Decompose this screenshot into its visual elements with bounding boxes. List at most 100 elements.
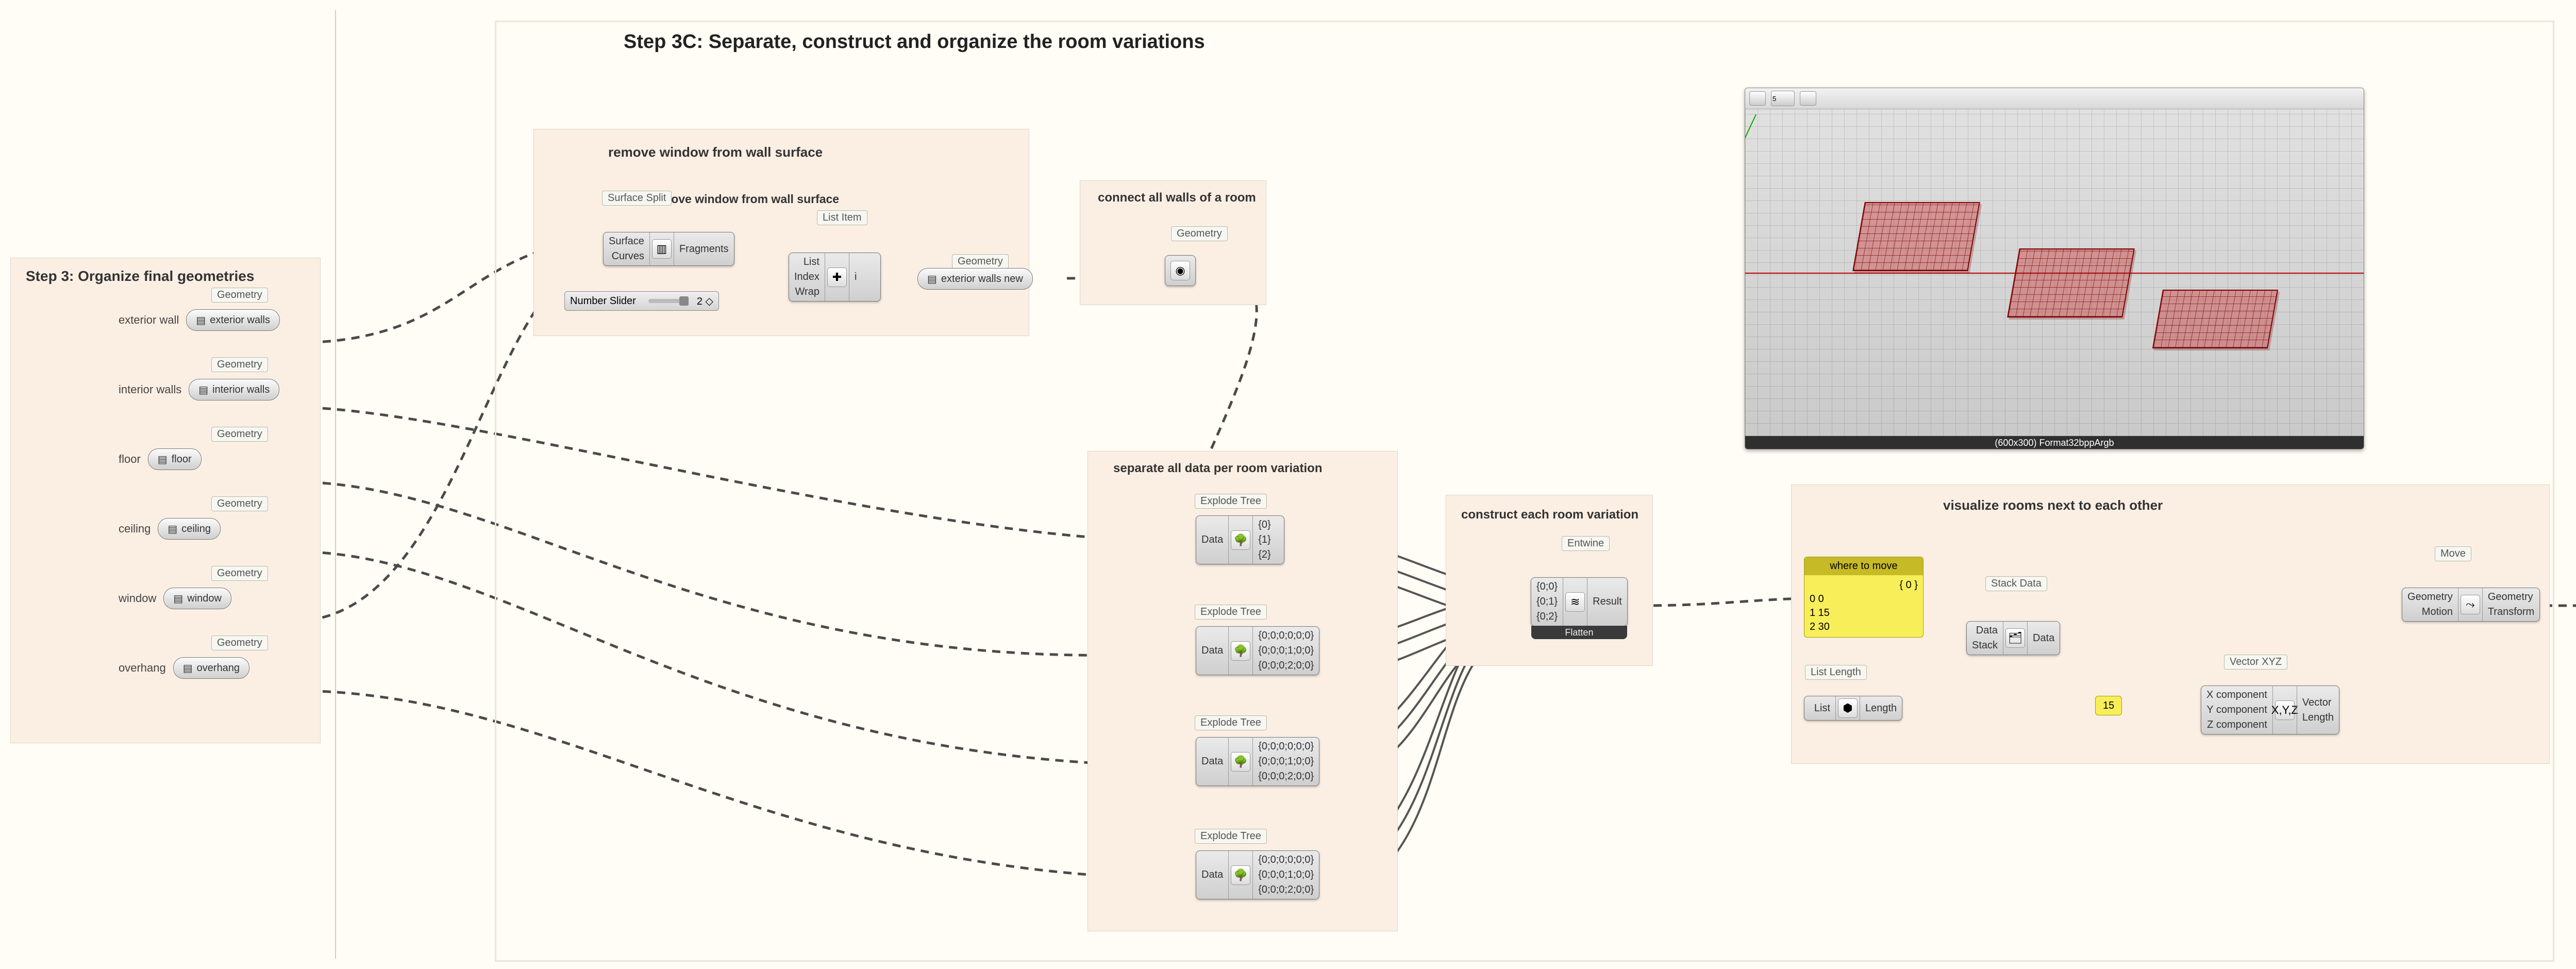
explode-tree-icon: 🌳 (1231, 641, 1250, 661)
stack-data-icon: 🗂 (2005, 628, 2025, 648)
port-et-out-3-2[interactable]: {0;0;0;2;0;0} (1258, 884, 1314, 896)
port-result[interactable]: Result (1593, 596, 1622, 608)
capsule-ext-walls-new[interactable]: ▤exterior walls new (917, 268, 1033, 290)
port-et-out-2-0[interactable]: {0;0;0;0;0;0} (1258, 741, 1314, 753)
tag-stack-data: Stack Data (1985, 576, 2047, 591)
tag-explode-0: Explode Tree (1195, 494, 1267, 509)
explode-tree-icon: 🌳 (1231, 865, 1250, 885)
port-et-data-0[interactable]: Data (1201, 534, 1223, 546)
port-ll-length[interactable]: Length (1865, 703, 1897, 714)
param-label-2: floor (119, 453, 141, 466)
port-move-motion[interactable]: Motion (2422, 606, 2453, 618)
capsule-floor[interactable]: ▤floor (148, 448, 202, 470)
capsule-ceiling[interactable]: ▤ceiling (158, 518, 221, 540)
comp-list-length[interactable]: List ⬢ Length (1804, 696, 1902, 721)
comp-list-item[interactable]: List Index Wrap ✚ i (789, 253, 881, 302)
port-sd-data[interactable]: Data (1976, 625, 1998, 637)
port-sd-stack[interactable]: Stack (1972, 640, 1998, 651)
port-et-out-3-0[interactable]: {0;0;0;0;0;0} (1258, 854, 1314, 866)
param-label-5: overhang (119, 661, 166, 675)
comp-vector-xyz[interactable]: X component Y component Z component X,Y,… (2201, 686, 2339, 734)
port-list[interactable]: List (804, 256, 819, 268)
port-curves[interactable]: Curves (612, 250, 644, 262)
panel-row-1: 1 15 (1810, 606, 1918, 620)
port-yc[interactable]: Y component (2206, 704, 2267, 716)
port-zc[interactable]: Z component (2207, 719, 2267, 731)
port-et-out-0-0[interactable]: {0} (1258, 519, 1270, 531)
panel-col: { 0 } (1810, 578, 1918, 592)
comp-explode-tree-2[interactable]: Data 🌳 {0;0;0;0;0;0} {0;0;0;1;0;0} {0;0;0;2;… (1196, 737, 1319, 786)
port-surface[interactable]: Surface (609, 236, 644, 247)
port-i[interactable]: i (855, 271, 857, 283)
comp-move[interactable]: Geometry Motion ⤳ Geometry Transform (2402, 588, 2540, 622)
port-00[interactable]: {0;0} (1536, 581, 1558, 593)
slider-track[interactable] (648, 299, 684, 303)
rhino-viewport[interactable]: (600x300) Format32bppArgb (1745, 88, 2364, 449)
tag-vector-xyz: Vector XYZ (2224, 655, 2287, 670)
entwine-footer: Flatten (1531, 626, 1627, 639)
comp-geometry-param[interactable]: ◉ (1165, 255, 1196, 286)
panel-row-2: 2 30 (1810, 620, 1918, 634)
port-et-out-1-1[interactable]: {0;0;0;1;0;0} (1258, 645, 1314, 657)
comp-explode-tree-1[interactable]: Data 🌳 {0;0;0;0;0;0} {0;0;0;1;0;0} {0;0;0;2;… (1196, 626, 1319, 675)
port-et-out-3-1[interactable]: {0;0;0;1;0;0} (1258, 869, 1314, 881)
capsule-interior walls[interactable]: ▤interior walls (189, 379, 279, 400)
group-organize-title: Step 3: Organize final geometries (26, 268, 254, 285)
capsule-exterior walls[interactable]: ▤exterior walls (186, 309, 280, 331)
number-slider-value: 2 ◇ (697, 295, 713, 308)
viewport-status: (600x300) Format32bppArgb (1745, 436, 2364, 449)
comp-explode-tree-3[interactable]: Data 🌳 {0;0;0;0;0;0} {0;0;0;1;0;0} {0;0;0;2;… (1196, 850, 1319, 899)
port-index[interactable]: Index (794, 271, 819, 283)
port-vector[interactable]: Vector (2302, 697, 2332, 709)
port-move-geo[interactable]: Geometry (2407, 591, 2453, 603)
param-label-0: exterior wall (119, 313, 179, 327)
port-et-data-1[interactable]: Data (1201, 645, 1223, 657)
comp-surface-split[interactable]: Surface Curves ▥ Fragments (603, 232, 734, 266)
capsule-window[interactable]: ▤window (163, 588, 231, 609)
port-et-out-2-1[interactable]: {0;0;0;1;0;0} (1258, 756, 1314, 767)
viewport-input[interactable] (1771, 91, 1795, 106)
port-ll-list[interactable]: List (1814, 703, 1830, 714)
viewport-button-1[interactable] (1749, 91, 1766, 106)
group-construct-title: construct each room variation (1461, 508, 1638, 522)
tag-explode-1: Explode Tree (1195, 605, 1267, 620)
tag-list-item: List Item (817, 210, 867, 225)
port-et-out-1-0[interactable]: {0;0;0;0;0;0} (1258, 630, 1314, 642)
list-length-icon: ⬢ (1838, 698, 1858, 718)
port-et-out-2-2[interactable]: {0;0;0;2;0;0} (1258, 771, 1314, 782)
value-15[interactable]: 15 (2095, 696, 2122, 715)
comp-explode-tree-0[interactable]: Data🌳{0}{1}{2} (1196, 515, 1284, 564)
group-remove-title2: remove window from wall surface (649, 192, 839, 206)
surface-split-icon: ▥ (652, 239, 672, 259)
tag-entwine: Entwine (1562, 536, 1610, 551)
port-et-data-2[interactable]: Data (1201, 756, 1223, 767)
number-slider[interactable]: Number Slider 2 ◇ (564, 291, 719, 311)
port-sd-out[interactable]: Data (2033, 632, 2054, 644)
panel-head: where to move (1804, 557, 1923, 575)
capsule-overhang[interactable]: ▤overhang (173, 657, 249, 679)
explode-tree-icon: 🌳 (1231, 752, 1250, 772)
port-wrap[interactable]: Wrap (795, 286, 819, 298)
port-move-out-geo[interactable]: Geometry (2488, 591, 2533, 603)
comp-entwine[interactable]: {0;0} {0;1} {0;2} ≋ Result Flatten (1531, 577, 1628, 626)
panel-where-to-move[interactable]: where to move { 0 } 0 0 1 15 2 30 (1804, 557, 1923, 638)
tag-geometry-1: Geometry (211, 357, 268, 372)
port-length[interactable]: Length (2302, 712, 2334, 724)
port-et-out-0-2[interactable]: {2} (1258, 549, 1270, 561)
room-box-2 (2007, 248, 2135, 318)
port-et-out-0-1[interactable]: {1} (1258, 534, 1270, 546)
viewport-button-2[interactable] (1800, 91, 1816, 106)
port-move-xform[interactable]: Transform (2488, 606, 2534, 618)
port-xc[interactable]: X component (2206, 689, 2267, 701)
viewport-grid[interactable] (1745, 109, 2364, 436)
port-02[interactable]: {0;2} (1536, 611, 1558, 623)
tag-list-length: List Length (1805, 665, 1867, 680)
room-box-3 (2152, 290, 2278, 348)
port-fragments[interactable]: Fragments (679, 243, 729, 255)
port-et-out-1-2[interactable]: {0;0;0;2;0;0} (1258, 660, 1314, 672)
port-et-data-3[interactable]: Data (1201, 869, 1223, 881)
port-01[interactable]: {0;1} (1536, 596, 1558, 608)
room-box-1 (1852, 202, 1980, 271)
geometry-param-icon: ◉ (1170, 261, 1190, 280)
comp-stack-data[interactable]: Data Stack 🗂 Data (1966, 621, 2060, 655)
